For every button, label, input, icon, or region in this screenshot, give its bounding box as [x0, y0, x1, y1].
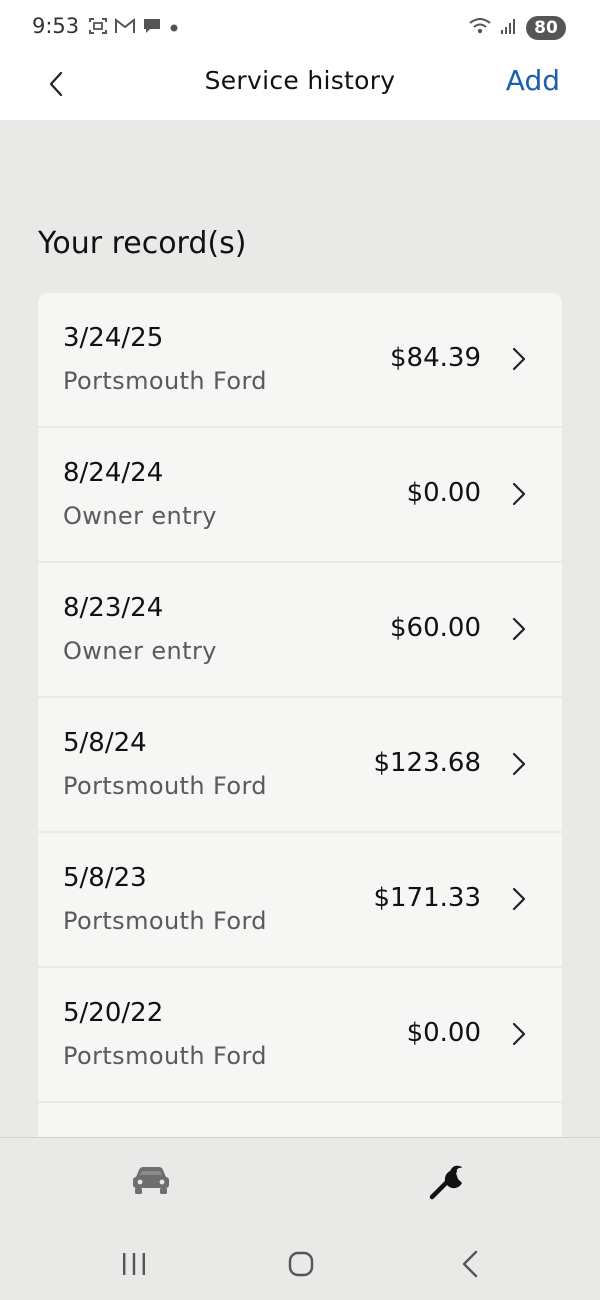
record-source: Portsmouth Ford — [63, 367, 267, 395]
record-amount: $123.68 — [373, 748, 481, 778]
chevron-right-icon — [510, 1021, 528, 1047]
record-source: Portsmouth Ford — [63, 772, 267, 800]
status-icons-right: 80 — [468, 16, 566, 40]
home-button[interactable] — [286, 1249, 316, 1283]
record-date: 5/8/23 — [63, 863, 147, 893]
system-back-button[interactable] — [458, 1249, 482, 1283]
record-item[interactable]: 5/8/23 Portsmouth Ford $171.33 — [38, 833, 562, 966]
recents-button[interactable] — [120, 1251, 148, 1281]
section-title: Your record(s) — [38, 226, 247, 261]
chevron-right-icon — [510, 751, 528, 777]
record-item[interactable]: 8/23/24 Owner entry $60.00 — [38, 563, 562, 696]
app-header: Service history Add — [0, 56, 600, 120]
chevron-right-icon — [510, 346, 528, 372]
record-date: 8/23/24 — [63, 593, 164, 623]
record-item-partial[interactable] — [38, 1103, 562, 1138]
record-source: Portsmouth Ford — [63, 907, 267, 935]
records-list: 3/24/25 Portsmouth Ford $84.39 8/24/24 O… — [38, 293, 562, 1138]
system-nav-bar — [0, 1229, 600, 1300]
record-date: 3/24/25 — [63, 323, 164, 353]
wifi-icon — [468, 16, 492, 40]
add-button[interactable]: Add — [506, 64, 560, 97]
record-source: Portsmouth Ford — [63, 1042, 267, 1070]
record-amount: $84.39 — [390, 343, 481, 373]
record-source: Owner entry — [63, 637, 217, 665]
record-amount: $60.00 — [390, 613, 481, 643]
chat-bubble-icon — [142, 17, 162, 39]
chevron-right-icon — [510, 481, 528, 507]
wrench-icon — [426, 1157, 472, 1207]
car-icon — [130, 1164, 172, 1200]
record-amount: $171.33 — [373, 883, 481, 913]
bottom-tab-bar — [0, 1137, 600, 1230]
gmail-icon — [114, 17, 136, 39]
tab-service[interactable] — [424, 1158, 474, 1206]
tab-vehicle[interactable] — [126, 1162, 176, 1202]
record-amount: $0.00 — [406, 478, 481, 508]
dot-icon — [168, 19, 180, 38]
record-amount: $0.00 — [406, 1018, 481, 1048]
status-bar: 9:53 80 — [0, 0, 600, 56]
record-item[interactable]: 8/24/24 Owner entry $0.00 — [38, 428, 562, 561]
screenshot-icon — [88, 16, 108, 40]
battery-icon: 80 — [526, 16, 566, 40]
record-item[interactable]: 3/24/25 Portsmouth Ford $84.39 — [38, 293, 562, 426]
status-time: 9:53 — [32, 14, 80, 38]
signal-icon — [500, 17, 518, 39]
chevron-right-icon — [510, 886, 528, 912]
record-date: 5/8/24 — [63, 728, 147, 758]
screen: 9:53 80 Service history Add Your record(… — [0, 0, 600, 1300]
record-date: 8/24/24 — [63, 458, 164, 488]
record-source: Owner entry — [63, 502, 217, 530]
chevron-right-icon — [510, 616, 528, 642]
record-date: 5/20/22 — [63, 998, 164, 1028]
record-item[interactable]: 5/20/22 Portsmouth Ford $0.00 — [38, 968, 562, 1101]
record-item[interactable]: 5/8/24 Portsmouth Ford $123.68 — [38, 698, 562, 831]
status-icons-left — [88, 16, 180, 40]
